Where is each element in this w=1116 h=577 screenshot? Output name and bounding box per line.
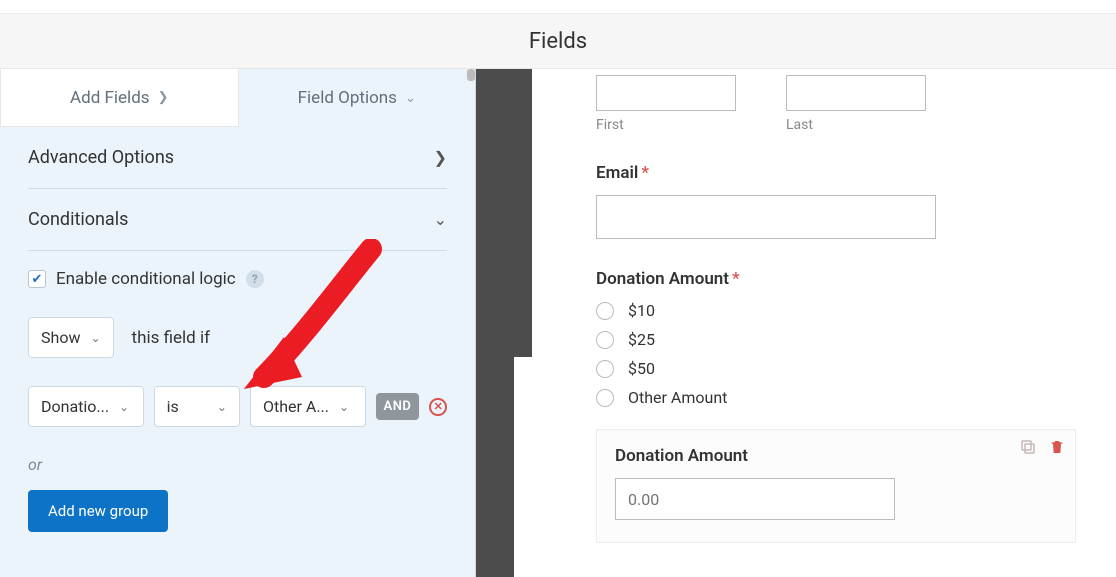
rule-value-text: Other A... xyxy=(263,397,329,416)
window-top-strip xyxy=(0,0,1116,14)
first-name-input[interactable] xyxy=(596,75,736,111)
name-field: First Last xyxy=(596,75,1076,133)
tab-field-options-label: Field Options xyxy=(298,88,397,108)
logic-rule-row: Donatio... ⌄ is ⌄ Other A... ⌄ AND ✕ xyxy=(28,386,447,427)
first-name-col: First xyxy=(596,75,736,133)
first-name-sublabel: First xyxy=(596,117,736,133)
tab-add-fields-label: Add Fields xyxy=(70,88,150,108)
field-card-actions xyxy=(1019,438,1065,460)
logic-action-value: Show xyxy=(41,328,80,347)
rule-field-select[interactable]: Donatio... ⌄ xyxy=(28,386,144,427)
sidebar: Add Fields ❯ Field Options ⌄ Advanced Op… xyxy=(0,69,476,577)
donation-amount-label: Donation Amount* xyxy=(596,269,1076,289)
sidebar-scrollbar[interactable] xyxy=(467,69,475,81)
sidebar-tabs: Add Fields ❯ Field Options ⌄ xyxy=(0,69,475,127)
rule-value-select[interactable]: Other A... ⌄ xyxy=(250,386,366,427)
or-separator: or xyxy=(28,455,447,474)
canvas-gutter xyxy=(476,69,532,577)
donation-option-label: $10 xyxy=(628,301,655,320)
last-name-col: Last xyxy=(786,75,926,133)
logic-suffix-text: this field if xyxy=(132,328,210,348)
email-input[interactable] xyxy=(596,195,936,239)
section-advanced-options[interactable]: Advanced Options ❯ xyxy=(28,127,447,189)
donation-option-label: $25 xyxy=(628,330,655,349)
form-preview: First Last Email* Donation Amount* $10 $… xyxy=(532,69,1116,577)
add-and-rule-button[interactable]: AND xyxy=(376,393,420,420)
email-label-text: Email xyxy=(596,163,638,183)
chevron-down-icon: ⌄ xyxy=(119,400,129,414)
delete-rule-icon[interactable]: ✕ xyxy=(429,398,447,416)
header-title: Fields xyxy=(529,29,587,54)
donation-option[interactable]: $25 xyxy=(596,330,1076,349)
rule-operator-select[interactable]: is ⌄ xyxy=(154,386,240,427)
donation-option[interactable]: Other Amount xyxy=(596,388,1076,407)
advanced-options-label: Advanced Options xyxy=(28,147,174,168)
donation-option[interactable]: $10 xyxy=(596,301,1076,320)
chevron-down-icon: ⌄ xyxy=(217,400,227,414)
donation-option-label: $50 xyxy=(628,359,655,378)
donation-options: $10 $25 $50 Other Amount xyxy=(596,301,1076,407)
radio-icon xyxy=(596,302,614,320)
duplicate-field-icon[interactable] xyxy=(1019,438,1037,460)
logic-show-row: Show ⌄ this field if xyxy=(28,317,447,358)
amount-field-label: Donation Amount xyxy=(615,446,1057,466)
donation-amount-input[interactable] xyxy=(615,478,895,520)
rule-operator-value: is xyxy=(167,397,179,416)
donation-option-label: Other Amount xyxy=(628,388,727,407)
conditionals-label: Conditionals xyxy=(28,209,128,230)
main-area: Add Fields ❯ Field Options ⌄ Advanced Op… xyxy=(0,69,1116,577)
rule-field-value: Donatio... xyxy=(41,397,109,416)
required-asterisk: * xyxy=(732,269,740,289)
tab-field-options[interactable]: Field Options ⌄ xyxy=(239,69,476,127)
section-conditionals[interactable]: Conditionals ⌄ xyxy=(28,189,447,251)
logic-action-select[interactable]: Show ⌄ xyxy=(28,317,114,358)
enable-conditional-checkbox[interactable]: ✔ xyxy=(28,270,46,288)
enable-conditional-row: ✔ Enable conditional logic ? xyxy=(28,269,447,289)
chevron-down-icon: ⌄ xyxy=(339,400,349,414)
chevron-right-icon: ❯ xyxy=(434,148,447,167)
chevron-right-icon: ❯ xyxy=(158,90,169,105)
last-name-input[interactable] xyxy=(786,75,926,111)
add-new-group-button[interactable]: Add new group xyxy=(28,490,168,532)
chevron-down-icon: ⌄ xyxy=(405,91,416,106)
donation-label-text: Donation Amount xyxy=(596,269,729,289)
radio-icon xyxy=(596,360,614,378)
chevron-down-icon: ⌄ xyxy=(90,331,100,345)
conditionals-body: ✔ Enable conditional logic ? Show ⌄ this… xyxy=(0,251,475,532)
chevron-down-icon: ⌄ xyxy=(434,210,447,229)
tab-add-fields[interactable]: Add Fields ❯ xyxy=(0,69,239,127)
selected-field-card[interactable]: Donation Amount xyxy=(596,429,1076,543)
required-asterisk: * xyxy=(641,163,649,183)
last-name-sublabel: Last xyxy=(786,117,926,133)
help-icon[interactable]: ? xyxy=(246,270,264,288)
enable-conditional-label: Enable conditional logic xyxy=(56,269,236,289)
email-label: Email* xyxy=(596,163,1076,183)
builder-header: Fields xyxy=(0,14,1116,69)
donation-option[interactable]: $50 xyxy=(596,359,1076,378)
radio-icon xyxy=(596,389,614,407)
radio-icon xyxy=(596,331,614,349)
delete-field-icon[interactable] xyxy=(1049,438,1065,460)
